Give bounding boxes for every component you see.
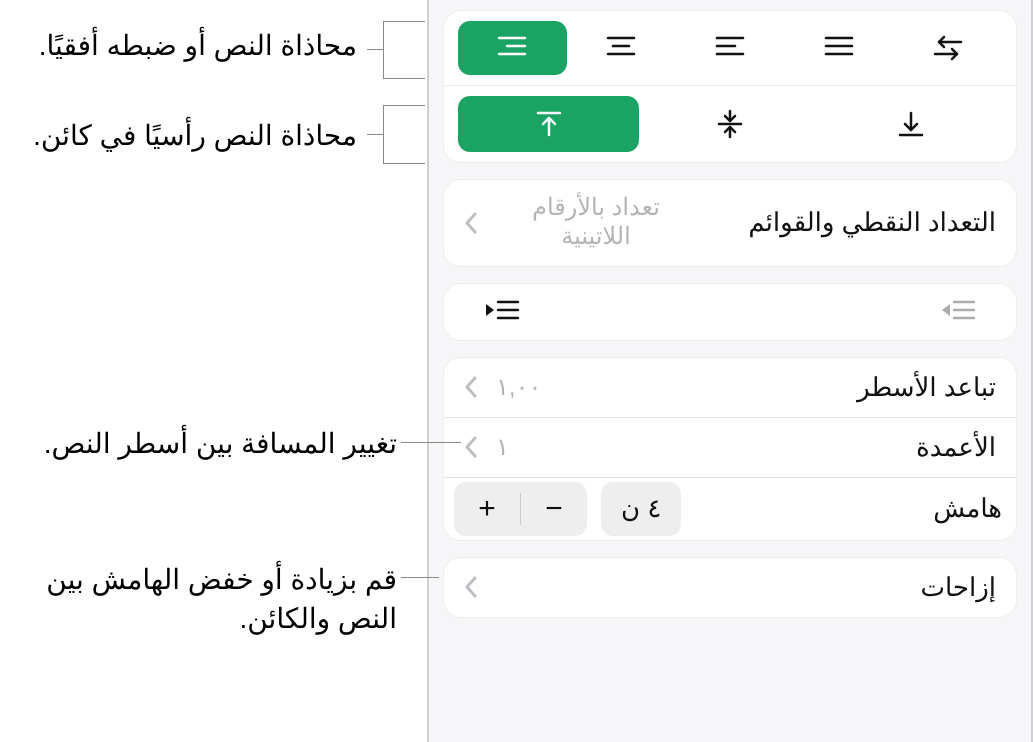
indent-card	[443, 283, 1017, 341]
writing-direction-button[interactable]	[893, 21, 1002, 75]
vertical-alignment-row	[444, 86, 1016, 162]
line-spacing-label: تباعد الأسطر	[857, 372, 996, 403]
valign-bottom-button[interactable]	[821, 96, 1002, 152]
valign-middle-button[interactable]	[639, 96, 820, 152]
format-sidebar: تعداد بالأرقام اللاتينية التعداد النقطي …	[427, 0, 1033, 742]
decrease-indent-button[interactable]	[484, 298, 520, 326]
align-center-button[interactable]	[567, 21, 676, 75]
spacing-card: ١,٠٠ تباعد الأسطر ١ الأعمدة + − ٤ ن	[443, 357, 1017, 541]
insets-label: إزاحات	[921, 572, 996, 603]
horizontal-alignment-row	[444, 11, 1016, 86]
insets-row[interactable]: إزاحات	[444, 558, 1016, 617]
increase-indent-button[interactable]	[940, 298, 976, 326]
callout-valign: محاذاة النص رأسيًا في كائن.	[7, 116, 357, 155]
bullets-lists-value: تعداد بالأرقام اللاتينية	[496, 194, 696, 252]
callouts-layer: محاذاة النص أو ضبطه أفقيًا. محاذاة النص …	[0, 0, 427, 742]
callout-margin: قم بزيادة أو خفض الهامش بين النص والكائن…	[7, 560, 397, 638]
alignment-card	[443, 10, 1017, 163]
chevron-left-icon	[464, 575, 478, 599]
margin-increase-button[interactable]: +	[454, 482, 520, 536]
align-justify-button[interactable]	[784, 21, 893, 75]
chevron-left-icon	[464, 211, 478, 235]
align-left-button[interactable]	[676, 21, 785, 75]
bullets-lists-label: التعداد النقطي والقوائم	[748, 207, 996, 238]
columns-label: الأعمدة	[916, 432, 996, 463]
bullets-lists-row[interactable]: تعداد بالأرقام اللاتينية التعداد النقطي …	[444, 180, 1016, 266]
margin-stepper: + −	[454, 482, 587, 536]
callout-halign: محاذاة النص أو ضبطه أفقيًا.	[7, 26, 357, 65]
valign-top-button[interactable]	[458, 96, 639, 152]
margin-value: ٤ ن	[601, 482, 681, 536]
align-right-button[interactable]	[458, 21, 567, 75]
line-spacing-value: ١,٠٠	[496, 373, 541, 402]
bullets-lists-card: تعداد بالأرقام اللاتينية التعداد النقطي …	[443, 179, 1017, 267]
margin-row: + − ٤ ن هامش	[444, 478, 1016, 540]
insets-card: إزاحات	[443, 557, 1017, 618]
margin-decrease-button[interactable]: −	[521, 482, 587, 536]
chevron-left-icon	[464, 375, 478, 399]
chevron-left-icon	[464, 435, 478, 459]
columns-value: ١	[496, 433, 509, 462]
callout-linespace: تغيير المسافة بين أسطر النص.	[7, 424, 397, 463]
columns-row[interactable]: ١ الأعمدة	[444, 418, 1016, 478]
line-spacing-row[interactable]: ١,٠٠ تباعد الأسطر	[444, 358, 1016, 418]
margin-label: هامش	[933, 493, 1002, 524]
